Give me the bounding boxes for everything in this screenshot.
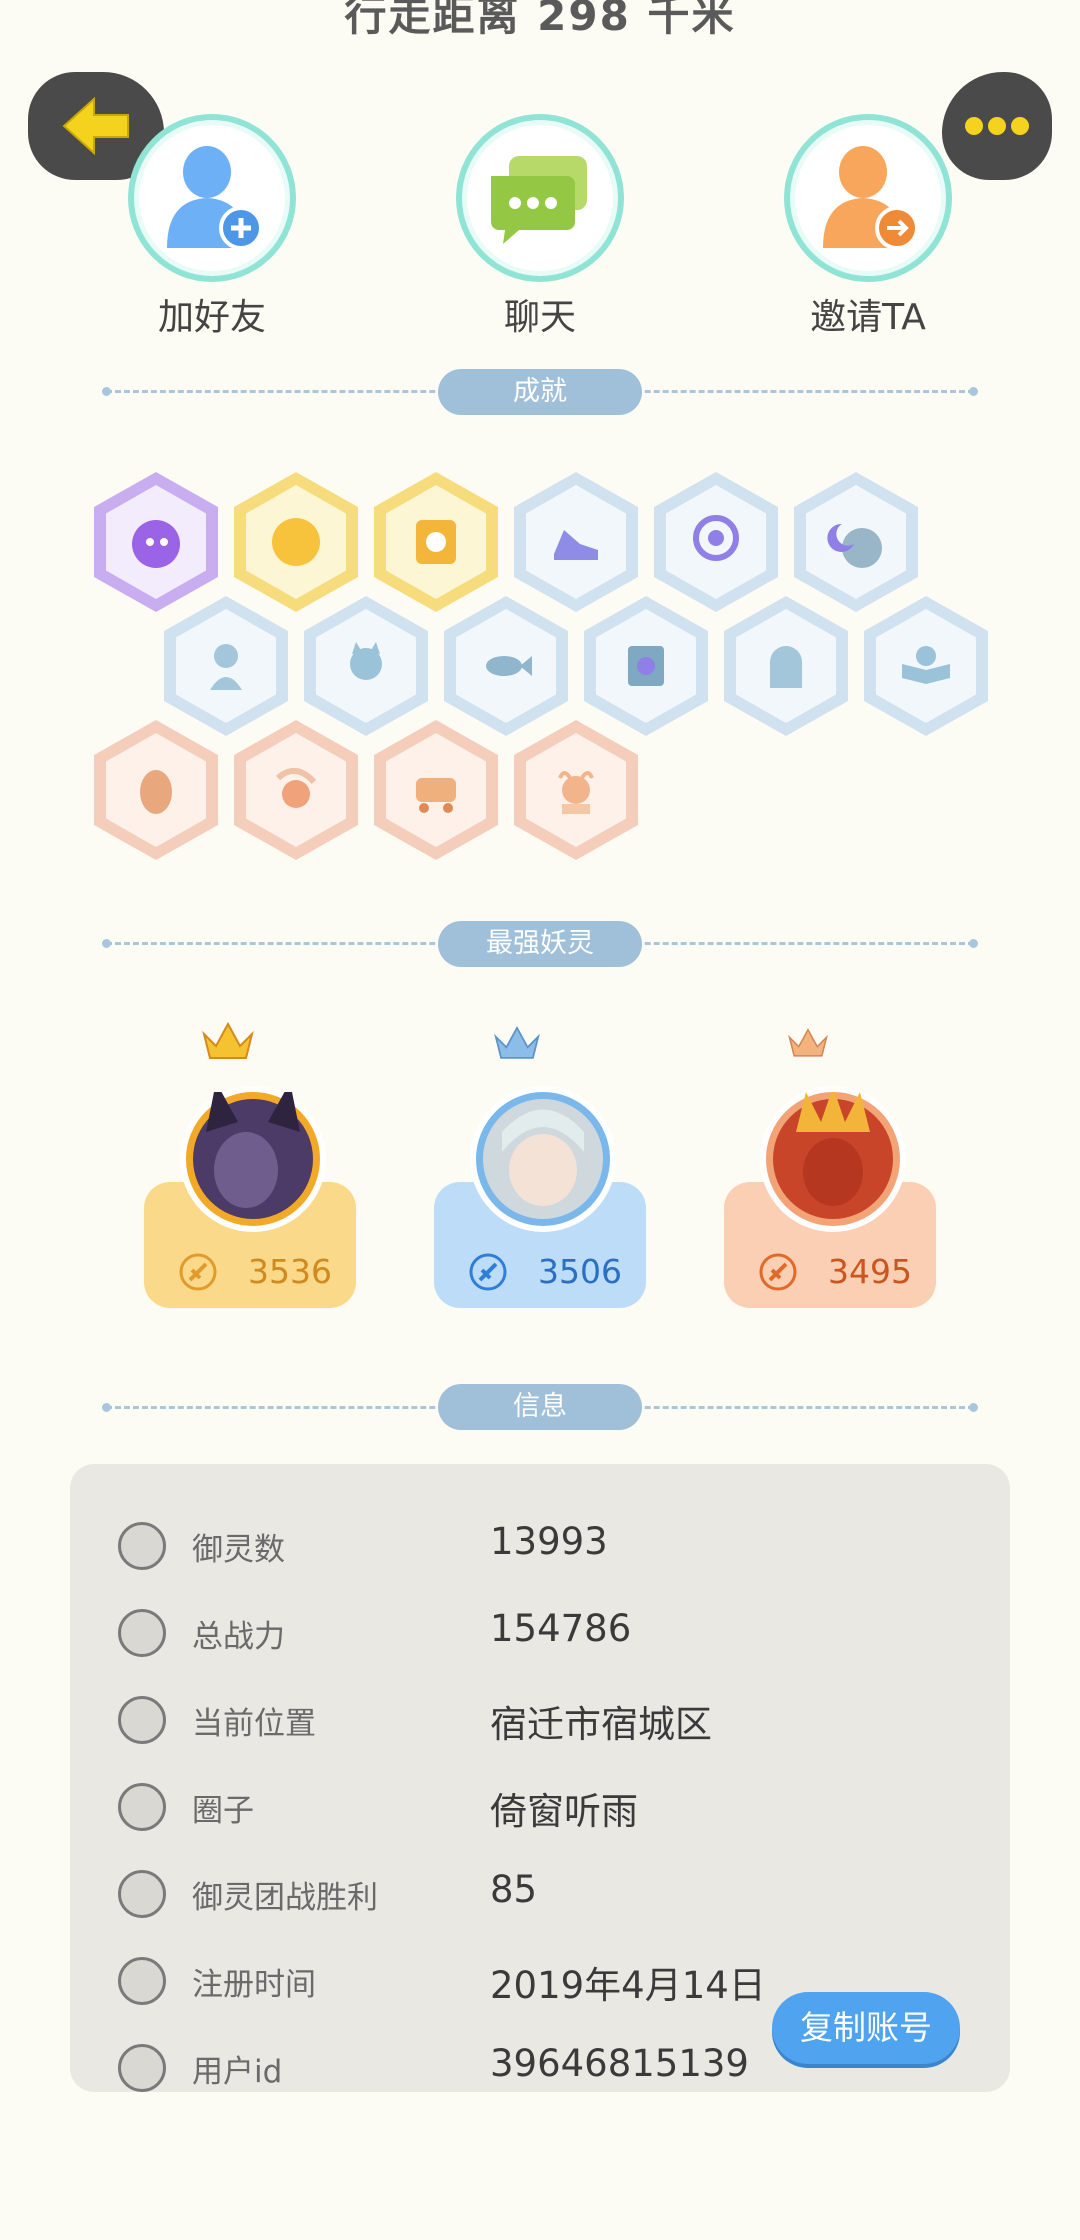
spirit-figure-icon: [210, 644, 242, 690]
stroller-icon: [416, 778, 456, 813]
info-row-circle: 圈子 倚窗听雨: [118, 1775, 978, 1839]
info-label: 圈子: [192, 1793, 254, 1829]
achievement-badge[interactable]: [514, 720, 638, 860]
hero-power-1: 3536: [248, 1252, 332, 1291]
achievement-badge[interactable]: [164, 596, 288, 736]
achievement-badge[interactable]: [584, 596, 708, 736]
hero-avatar-3[interactable]: [760, 1086, 906, 1232]
moon-icon: [827, 523, 882, 568]
gold-orb-icon: [272, 518, 320, 566]
location-icon: [118, 1696, 166, 1744]
cat-spirit-icon: [350, 642, 382, 680]
walk-distance-text: 行走距离 298 千米: [344, 0, 736, 40]
info-label: 当前位置: [192, 1706, 316, 1742]
team-icon: [118, 1870, 166, 1918]
chat-label: 聊天: [503, 297, 576, 338]
bronze-crown-icon: [788, 1028, 828, 1057]
info-value: 154786: [490, 1607, 632, 1650]
invite-icon: [784, 114, 952, 282]
achievement-badge[interactable]: [864, 596, 988, 736]
scroll-target-icon: [628, 646, 664, 686]
hero-power-3: 3495: [828, 1252, 912, 1291]
hero-avatar-2[interactable]: [470, 1086, 616, 1232]
achievement-badge[interactable]: [94, 720, 218, 860]
more-button[interactable]: [942, 72, 1052, 180]
blue-crown-icon: [494, 1025, 540, 1059]
more-dots-icon: [965, 117, 1029, 135]
achievement-badge[interactable]: [724, 596, 848, 736]
circle-icon: [118, 1783, 166, 1831]
info-value: 39646815139: [490, 2042, 749, 2085]
hero-avatar-1[interactable]: [180, 1082, 326, 1232]
spirit-icon: [118, 1522, 166, 1570]
achievement-badge[interactable]: [654, 472, 778, 612]
fish-icon: [486, 656, 532, 676]
strongest-section-title: 最强妖灵: [438, 921, 642, 967]
clock-icon: [118, 1957, 166, 2005]
sword-icon: [469, 1253, 507, 1291]
sword-icon: [118, 1609, 166, 1657]
achievement-badge[interactable]: [374, 472, 498, 612]
gold-crown-icon: [202, 1021, 254, 1059]
swirl-icon: [276, 768, 317, 808]
achievements-section-title: 成就: [438, 369, 642, 415]
add-friend-label: 加好友: [157, 297, 266, 338]
target-icon: [693, 515, 739, 561]
info-row-spirit-count: 御灵数 13993: [118, 1514, 978, 1578]
info-value: 宿迁市宿城区: [490, 1703, 712, 1746]
info-value: 2019年4月14日: [490, 1964, 766, 2007]
info-label: 御灵数: [192, 1532, 285, 1568]
invite-button[interactable]: 邀请TA: [778, 114, 958, 340]
chat-icon: [456, 114, 624, 282]
invite-label: 邀请TA: [810, 297, 926, 338]
info-row-team-wins: 御灵团战胜利 85: [118, 1862, 978, 1926]
ghost-icon: [770, 646, 802, 688]
achievement-badge[interactable]: [794, 472, 918, 612]
info-row-total-power: 总战力 154786: [118, 1601, 978, 1665]
sword-icon: [759, 1253, 797, 1291]
achievement-badge[interactable]: [94, 472, 218, 612]
add-friend-icon: [128, 114, 296, 282]
purple-monster-icon: [132, 520, 180, 568]
copy-account-button[interactable]: 复制账号: [772, 1992, 960, 2064]
sneaker-icon: [554, 530, 598, 560]
chat-button[interactable]: 聊天: [450, 114, 630, 340]
hero-power-2: 3506: [538, 1252, 622, 1291]
info-row-location: 当前位置 宿迁市宿城区: [118, 1688, 978, 1752]
yinyang-card-icon: [416, 520, 456, 564]
sword-icon: [179, 1253, 217, 1291]
id-icon: [118, 2044, 166, 2092]
info-label: 御灵团战胜利: [192, 1880, 378, 1916]
fox-girl-avatar-icon: [193, 1082, 313, 1219]
egg-icon: [140, 770, 172, 814]
achievement-badge[interactable]: [374, 720, 498, 860]
achievement-badge[interactable]: [234, 472, 358, 612]
fire-demon-avatar-icon: [773, 1087, 893, 1219]
achievement-badge[interactable]: [234, 720, 358, 860]
achievement-badge[interactable]: [514, 472, 638, 612]
info-value: 13993: [490, 1520, 608, 1563]
bull-icon: [558, 771, 594, 814]
achievement-badge[interactable]: [304, 596, 428, 736]
info-section-title: 信息: [438, 1384, 642, 1430]
info-value[interactable]: 倚窗听雨: [490, 1781, 638, 1835]
info-label: 总战力: [192, 1619, 285, 1655]
info-value: 85: [490, 1868, 538, 1911]
book-fox-icon: [902, 646, 950, 684]
add-friend-button[interactable]: 加好友: [122, 114, 302, 340]
silver-hair-avatar-icon: [483, 1099, 603, 1219]
achievement-badge[interactable]: [444, 596, 568, 736]
info-label: 用户id: [192, 2054, 283, 2090]
info-label: 注册时间: [192, 1967, 316, 2003]
